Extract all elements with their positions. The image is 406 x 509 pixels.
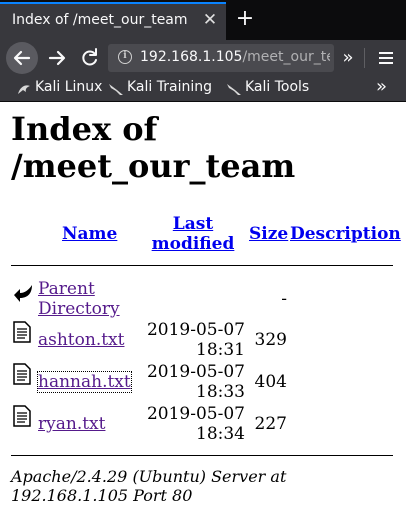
text-file-icon xyxy=(13,363,31,385)
text-file-icon xyxy=(13,405,31,427)
toolbar-separator xyxy=(364,48,365,68)
url-text[interactable]: 192.168.1.105/meet_our_te xyxy=(140,49,330,65)
row-modified: 2019-05-07 18:34 xyxy=(146,404,245,444)
url-host: 192.168.1.105 xyxy=(140,49,243,65)
tab-strip: Index of /meet_our_team ✕ + xyxy=(0,0,406,40)
header-rule xyxy=(11,265,393,266)
row-size: 329 xyxy=(254,330,287,350)
column-header-name[interactable]: Name xyxy=(62,224,117,244)
site-info-icon[interactable]: i xyxy=(118,50,132,64)
row-modified: 2019-05-07 18:33 xyxy=(146,362,245,402)
navigation-toolbar: i 192.168.1.105/meet_our_te » xyxy=(0,40,406,76)
bookmarks-overflow-icon[interactable]: » xyxy=(376,76,387,97)
back-button[interactable] xyxy=(6,42,38,74)
back-arrow-icon xyxy=(14,285,32,302)
row-size: 404 xyxy=(254,372,287,392)
column-header-size[interactable]: Size xyxy=(249,224,288,244)
active-tab[interactable]: Index of /meet_our_team ✕ xyxy=(0,2,226,40)
parent-directory-link[interactable]: Parent Directory xyxy=(38,279,138,319)
page-title: Index of /meet_our_team xyxy=(11,110,296,185)
forward-arrow-icon xyxy=(48,50,66,66)
bookmarks-toolbar: Kali Linux Kali Training Kali Tools » xyxy=(0,76,406,102)
footer-rule xyxy=(11,455,393,456)
kali-dragon-icon xyxy=(227,84,241,95)
row-modified: 2019-05-07 18:31 xyxy=(146,320,245,360)
reload-button[interactable] xyxy=(76,42,104,74)
tab-title: Index of /meet_our_team xyxy=(12,12,188,28)
url-path: /meet_our_te xyxy=(242,49,330,65)
kali-dragon-icon xyxy=(109,84,123,95)
address-bar[interactable]: i 192.168.1.105/meet_our_te xyxy=(108,44,334,72)
toolbar-overflow-icon[interactable]: » xyxy=(338,46,358,70)
hamburger-menu-icon[interactable] xyxy=(374,46,398,70)
row-size: 227 xyxy=(254,414,287,434)
reload-icon xyxy=(82,48,97,66)
bookmark-label: Kali Linux xyxy=(35,79,103,95)
forward-button[interactable] xyxy=(44,42,72,74)
kali-icon xyxy=(18,85,30,94)
column-header-last-modified[interactable]: Last modified xyxy=(150,214,236,254)
page-content: Index of /meet_our_team Name Last modifi… xyxy=(0,102,406,509)
row-size: - xyxy=(281,289,287,309)
file-link[interactable]: ryan.txt xyxy=(38,414,105,434)
file-link[interactable]: hannah.txt xyxy=(37,371,132,393)
close-tab-icon[interactable]: ✕ xyxy=(200,10,220,30)
back-arrow-icon xyxy=(13,50,31,66)
text-file-icon xyxy=(13,321,31,343)
column-header-description[interactable]: Description xyxy=(290,224,401,244)
bookmark-label: Kali Tools xyxy=(245,79,310,95)
new-tab-icon[interactable]: + xyxy=(232,6,258,32)
bookmark-label: Kali Training xyxy=(127,79,212,95)
server-signature: Apache/2.4.29 (Ubuntu) Server at 192.168… xyxy=(11,467,287,505)
file-link[interactable]: ashton.txt xyxy=(38,330,124,350)
